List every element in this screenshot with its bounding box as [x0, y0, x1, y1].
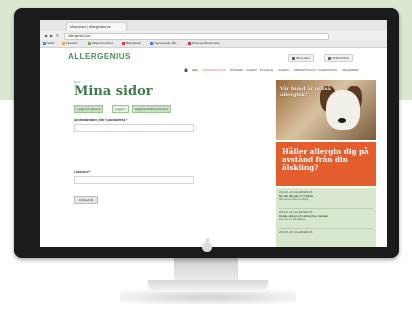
web-page: ALLERGENIUS Mina sidor VARUKORG HEM TRÄN… — [40, 48, 387, 247]
top-navigation: HEM TRÄNINGSKÄLLOR FÖR BARN ALLERGI TILL… — [188, 68, 386, 74]
nav-item[interactable]: PRODUKTKALKYL — [294, 68, 317, 74]
orange-ad-banner[interactable]: Håller allergin dig på avstånd från din … — [276, 142, 376, 186]
page-title: Mina sidor — [74, 84, 153, 99]
news-divider — [279, 228, 373, 229]
cart-button[interactable]: VARUKORG — [324, 54, 353, 62]
nav-item[interactable]: HEM — [192, 68, 198, 74]
orange-ad-text: Håller allergin dig på avstånd från din … — [282, 147, 369, 172]
news-box: 2013-01-10 | ALLERGENIUS Nu ska allergin… — [276, 188, 376, 247]
password-label: Lösenord * — [74, 170, 91, 174]
news-divider — [279, 208, 373, 209]
user-icon — [292, 56, 295, 60]
back-icon[interactable]: ◀ — [43, 33, 48, 38]
tab-login[interactable]: Logga in — [112, 105, 129, 113]
news-item[interactable]: 2013-01-15 | ALLERGENIUS Hunde allergi o… — [279, 211, 373, 221]
bookmark-item[interactable]: Suffix — [43, 41, 54, 46]
bookmark-item[interactable]: Skapa Kontoret — [88, 41, 113, 46]
email-label: Användarnamn eller e-postadress * — [74, 118, 128, 122]
news-item[interactable]: 2013-01-10 | ALLERGENIUS Nu ska allergin… — [279, 191, 373, 201]
nav-item[interactable]: ALLERGI — [278, 68, 289, 74]
dog-nose — [338, 118, 346, 123]
cart-icon — [328, 56, 331, 60]
tab-forgot-password[interactable]: Registrera/Glömt lösenord — [132, 105, 171, 113]
nav-item-active[interactable]: TRÄNINGSKÄLLOR — [202, 68, 226, 74]
bookmarks-bar: Suffix Favoriter Skapa Kontoret Bokmärke… — [40, 40, 387, 48]
news-item[interactable]: 2013-01-20 | ALLERGENIUS — [279, 231, 373, 234]
stand-shadow — [120, 290, 296, 304]
main-content: Hem Mina sidor Logga in/registrera Logga… — [74, 80, 294, 240]
bookmark-item[interactable]: Importerade från... — [150, 41, 179, 46]
account-tabs: Logga in/registrera Logga in Registrera/… — [74, 105, 204, 113]
login-button[interactable]: LOGGA IN — [74, 196, 98, 204]
news-subtitle: Läs mer om hundallergi — [279, 218, 306, 221]
monitor-stand-base — [148, 280, 268, 292]
monitor: Mina sidor | Allergenius.se ◀ ▶ ↻ allerg… — [14, 8, 399, 258]
news-subtitle: Här kan du läsa om allergi — [279, 198, 309, 201]
apple-logo-icon — [202, 238, 212, 252]
nav-item[interactable]: ALLERGI — [246, 68, 257, 74]
nav-item[interactable]: VÄLKOMMEN — [342, 68, 359, 74]
bookmark-item[interactable]: Bokmärken — [122, 41, 141, 46]
monitor-stand-neck — [174, 258, 238, 282]
reload-icon[interactable]: ↻ — [55, 33, 60, 38]
forward-icon[interactable]: ▶ — [49, 33, 54, 38]
bookmark-item[interactable]: Pinterest Bookmarks — [188, 41, 220, 46]
nav-item[interactable]: TILLFÄLLE — [260, 68, 273, 74]
sidebar: Vår hund är också allergisk? Håller alle… — [276, 80, 376, 247]
my-pages-button[interactable]: Mina sidor — [288, 54, 314, 62]
password-field[interactable] — [74, 176, 194, 184]
dog-ad-banner[interactable]: Vår hund är också allergisk? — [276, 80, 376, 140]
tab-login-register[interactable]: Logga in/registrera — [74, 105, 104, 113]
url-input[interactable]: allergenius.se/... — [64, 33, 329, 40]
email-field[interactable] — [74, 124, 194, 132]
screen: Mina sidor | Allergenius.se ◀ ▶ ↻ allerg… — [40, 20, 387, 247]
site-logo[interactable]: ALLERGENIUS — [68, 52, 131, 61]
nav-item[interactable]: FÖR BARN — [230, 68, 243, 74]
nav-item[interactable]: ALLERGIFAKTA — [318, 68, 337, 74]
bookmark-item[interactable]: Favoriter — [62, 41, 78, 46]
news-date: 2013-01-20 | ALLERGENIUS — [279, 231, 313, 234]
dog-ad-text: Vår hund är också allergisk? — [280, 86, 331, 98]
